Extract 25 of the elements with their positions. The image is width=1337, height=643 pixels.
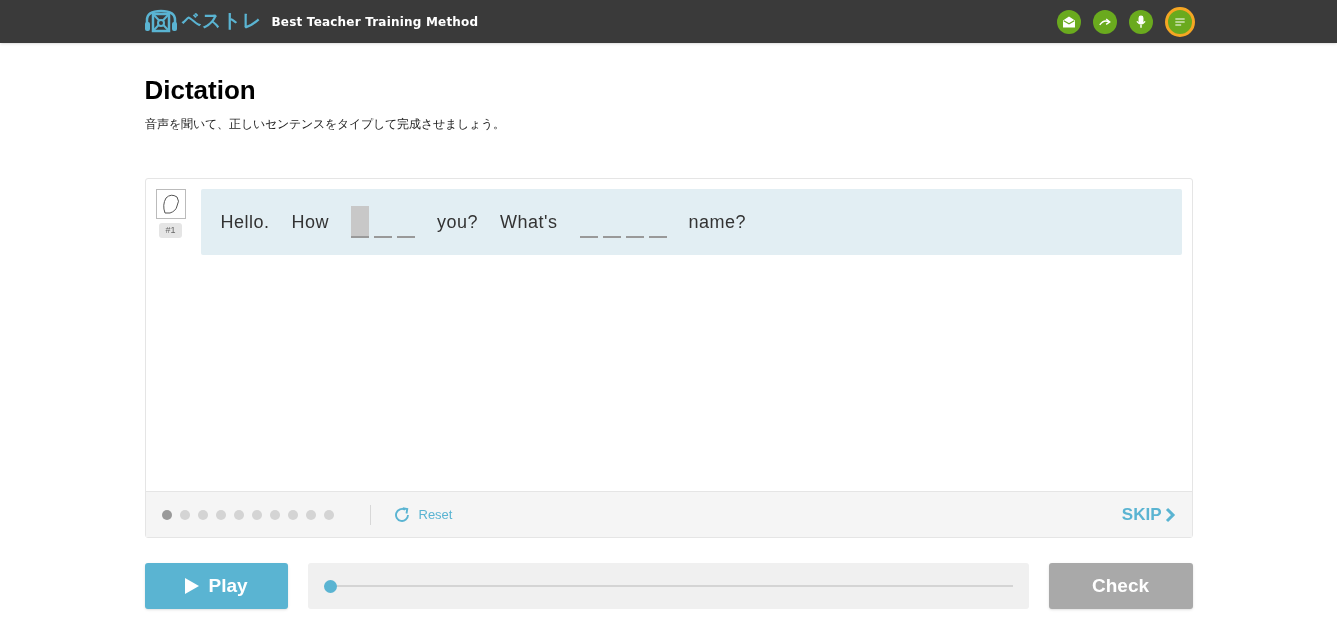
- play-icon: [184, 577, 201, 595]
- tagline: Best Teacher Training Method: [271, 13, 479, 31]
- speaker-number: #1: [159, 223, 182, 238]
- sentence-word: What's: [500, 210, 558, 234]
- sentence-word: name?: [688, 210, 747, 234]
- header-icon-button[interactable]: [1092, 9, 1117, 34]
- play-button[interactable]: Play: [144, 563, 288, 609]
- reset-button[interactable]: Reset: [392, 504, 453, 525]
- logo-text: ベストレ: [181, 9, 262, 34]
- page-title: Dictation: [144, 75, 257, 105]
- header-icon-button[interactable]: [1056, 9, 1081, 34]
- skip-button[interactable]: SKIP: [1121, 501, 1176, 528]
- sentence-word: Hello.: [220, 210, 270, 234]
- sentence-word: you?: [437, 210, 479, 234]
- instruction-text: 音声を聞いて、正しいセンテンスをタイプして完成させましょう。: [144, 116, 506, 133]
- header-icon-button[interactable]: [1128, 9, 1153, 34]
- header-icon-button[interactable]: [1164, 6, 1195, 37]
- letter-slot[interactable]: [351, 206, 370, 238]
- reset-icon: [392, 505, 411, 524]
- audio-progress-thumb[interactable]: [323, 579, 337, 593]
- avatar-sketch-icon: [155, 189, 186, 219]
- sentence-word: How: [291, 210, 330, 234]
- envelope-icon: [1061, 14, 1076, 29]
- headphones-logo-icon: [143, 8, 178, 35]
- chevron-right-icon: [1163, 506, 1176, 523]
